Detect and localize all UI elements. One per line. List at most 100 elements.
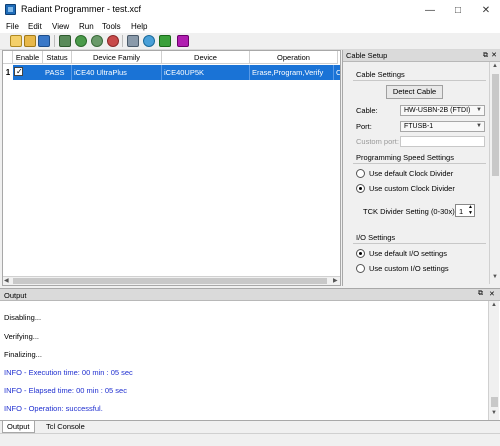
divider: [353, 80, 486, 81]
port-select[interactable]: FTUSB-1 ▼: [400, 121, 485, 132]
cable-setup-panel: Cable Setup ⧉ ✕ Cable Settings Detect Ca…: [342, 50, 500, 286]
column-header-device-family[interactable]: Device Family: [72, 51, 162, 64]
horizontal-scrollbar[interactable]: ◀ ▶: [3, 276, 340, 285]
toolbar-separator: [54, 35, 55, 47]
tab-tcl-console[interactable]: Tcl Console: [42, 421, 89, 433]
menu-help[interactable]: Help: [128, 20, 150, 33]
cable-setup-header: Cable Setup ⧉ ✕: [343, 50, 500, 62]
custom-port-label: Custom port:: [356, 137, 399, 146]
scrollbar-thumb[interactable]: [492, 74, 499, 176]
close-button[interactable]: ✕: [472, 0, 500, 20]
menu-edit[interactable]: Edit: [25, 20, 45, 33]
default-divider-radio[interactable]: [356, 169, 365, 178]
cable-label: Cable:: [356, 106, 378, 115]
speed-settings-title: Programming Speed Settings: [356, 153, 454, 162]
menu-view[interactable]: View: [49, 20, 72, 33]
output-line: INFO - Operation: successful.: [4, 404, 103, 413]
minimize-button[interactable]: —: [416, 0, 444, 20]
cable-value: HW-USBN-2B (FTDI): [404, 107, 471, 114]
custom-port-input[interactable]: [400, 136, 485, 147]
io-settings-title: I/O Settings: [356, 233, 396, 242]
cable-settings-title: Cable Settings: [356, 70, 405, 79]
window-title: Radiant Programmer - test.xcf: [21, 4, 142, 14]
spin-down-icon[interactable]: ▼: [468, 211, 473, 216]
menu-run[interactable]: Run: [76, 20, 97, 33]
scan-icon[interactable]: [59, 35, 71, 47]
column-header-operation[interactable]: Operation: [250, 51, 338, 64]
tck-divider-value: 1: [459, 207, 464, 216]
open-icon[interactable]: [24, 35, 36, 47]
globe-icon[interactable]: [127, 35, 139, 47]
column-header-device[interactable]: Device: [162, 51, 250, 64]
toolbar-separator: [122, 35, 123, 47]
output-title: Output: [4, 291, 27, 300]
restore-icon[interactable]: ⧉: [483, 50, 488, 62]
scroll-right-icon[interactable]: ▶: [333, 277, 338, 284]
custom-divider-label: Use custom Clock Divider: [369, 184, 455, 193]
output-line: Verifying...: [4, 332, 40, 341]
check-icon[interactable]: [159, 35, 171, 47]
scroll-down-icon[interactable]: ▼: [492, 274, 498, 280]
menu-bar: File Edit View Run Tools Help: [0, 20, 500, 33]
scroll-up-icon[interactable]: ▲: [491, 302, 497, 308]
toolbar: [0, 33, 500, 50]
custom-io-radio[interactable]: [356, 264, 365, 273]
chevron-down-icon: ▼: [476, 107, 482, 113]
app-icon: [5, 4, 16, 15]
custom-divider-radio[interactable]: [356, 184, 365, 193]
port-value: FTUSB-1: [404, 123, 434, 130]
tab-output[interactable]: Output: [2, 421, 35, 433]
column-header-status[interactable]: Status: [43, 51, 72, 64]
new-icon[interactable]: [10, 35, 22, 47]
save-icon[interactable]: [38, 35, 50, 47]
status-cell: PASS: [43, 65, 72, 80]
port-label: Port:: [356, 122, 372, 131]
output-panel: Output ⧉ ✕ Disabling... Verifying... Fin…: [0, 288, 500, 420]
detect-cable-button[interactable]: Detect Cable: [386, 85, 443, 99]
custom-io-label: Use custom I/O settings: [369, 264, 449, 273]
cable-select[interactable]: HW-USBN-2B (FTDI) ▼: [400, 105, 485, 116]
output-line: INFO - Elapsed time: 00 min : 05 sec: [4, 386, 127, 395]
download-icon[interactable]: [107, 35, 119, 47]
close-icon[interactable]: ✕: [491, 50, 497, 62]
output-line: Disabling...: [4, 313, 42, 322]
enable-checkbox[interactable]: ✓: [14, 67, 23, 76]
scrollbar-thumb[interactable]: [13, 278, 327, 284]
scroll-down-icon[interactable]: ▼: [491, 410, 497, 416]
scroll-up-icon[interactable]: ▲: [492, 63, 498, 69]
bottom-tabs: Output Tcl Console: [0, 420, 500, 433]
check-icon: ✓: [16, 67, 23, 76]
default-divider-label: Use default Clock Divider: [369, 169, 454, 178]
output-line: Finalizing...: [4, 350, 42, 359]
restore-icon[interactable]: ⧉: [478, 290, 483, 298]
vertical-scrollbar[interactable]: ▲ ▼: [488, 301, 499, 420]
menu-tools[interactable]: Tools: [99, 20, 124, 33]
maximize-button[interactable]: □: [444, 0, 472, 20]
default-io-label: Use default I/O settings: [369, 249, 447, 258]
operation-cell[interactable]: Erase,Program,Verify: [250, 65, 334, 80]
tck-divider-label: TCK Divider Setting (0-30x):: [363, 207, 457, 216]
divider: [353, 243, 486, 244]
default-io-radio[interactable]: [356, 249, 365, 258]
divider: [353, 163, 486, 164]
device-table: Enable Status Device Family Device Opera…: [2, 50, 341, 286]
column-header-enable[interactable]: Enable: [13, 51, 43, 64]
log-icon[interactable]: [177, 35, 189, 47]
chevron-down-icon: ▼: [476, 123, 482, 129]
cable-icon[interactable]: [143, 35, 155, 47]
tck-divider-spinbox[interactable]: 1 ▲ ▼: [455, 204, 475, 217]
device-family-cell: iCE40 UltraPlus: [72, 65, 162, 80]
extra-cell: C: [336, 68, 340, 77]
scrollbar-thumb[interactable]: [491, 397, 498, 407]
settings-icon[interactable]: [91, 35, 103, 47]
row-index: 1: [5, 68, 11, 77]
output-header: Output ⧉ ✕: [0, 289, 500, 301]
vertical-scrollbar[interactable]: ▲ ▼: [489, 62, 500, 284]
program-icon[interactable]: [75, 35, 87, 47]
status-bar: [0, 433, 500, 446]
scroll-left-icon[interactable]: ◀: [4, 277, 9, 284]
close-icon[interactable]: ✕: [489, 290, 495, 298]
table-corner: [3, 51, 13, 64]
menu-file[interactable]: File: [3, 20, 22, 33]
cable-setup-title: Cable Setup: [346, 51, 388, 60]
